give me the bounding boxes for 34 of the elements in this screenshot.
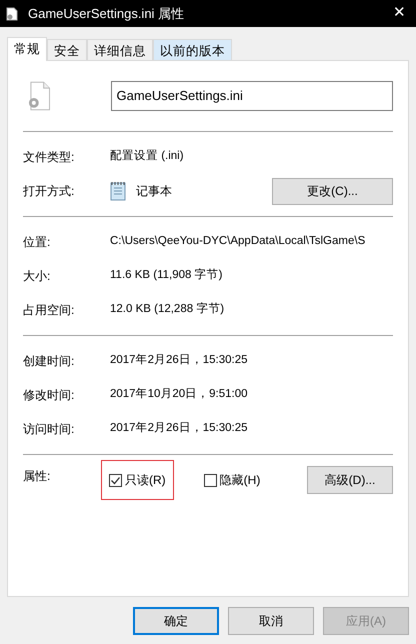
field-label: 创建时间: (23, 353, 76, 370)
change-button[interactable]: 更改(C)... (272, 178, 393, 204)
file-name-field[interactable]: GameUserSettings.ini (111, 81, 393, 111)
field-label: 属性: (23, 468, 52, 485)
close-button[interactable]: ✕ (393, 2, 406, 25)
field-label: 大小: (23, 268, 52, 285)
field-value: 2017年10月20日，9:51:00 (110, 386, 248, 402)
field-label: 访问时间: (23, 421, 76, 438)
tab[interactable]: 以前的版本 (153, 39, 232, 60)
checkbox[interactable]: 只读(R) (101, 460, 174, 500)
check-icon (110, 474, 121, 486)
field-value: 11.6 KB (11,908 字节) (110, 267, 222, 284)
field-value: 配置设置 (.ini) (110, 148, 184, 164)
field-label: 打开方式: (23, 183, 76, 200)
dialog-button[interactable]: 取消 (228, 607, 314, 635)
notepad-icon (110, 181, 126, 201)
field-value: 2017年2月26日，15:30:25 (110, 352, 248, 368)
dialog-button[interactable]: 确定 (133, 607, 219, 635)
app-name: 记事本 (136, 183, 172, 200)
tab[interactable]: 安全 (47, 39, 87, 60)
settings-file-icon (26, 81, 52, 111)
field-label: 修改时间: (23, 387, 76, 404)
tab[interactable]: 常规 (7, 37, 47, 61)
checkbox[interactable]: 隐藏(H) (196, 460, 268, 500)
field-value: C:\Users\QeeYou-DYC\AppData\Local\TslGame\S (110, 234, 366, 250)
field-value: 12.0 KB (12,288 字节) (110, 301, 224, 318)
window-title: GameUserSettings.ini 属性 (28, 4, 184, 23)
tab[interactable]: 详细信息 (87, 39, 153, 60)
field-value: 2017年2月26日，15:30:25 (110, 420, 248, 436)
field-label: 文件类型: (23, 149, 76, 166)
file-icon (6, 6, 18, 20)
field-label: 位置: (23, 234, 52, 251)
field-label: 占用空间: (23, 302, 76, 319)
advanced-button[interactable]: 高级(D)... (307, 466, 393, 494)
